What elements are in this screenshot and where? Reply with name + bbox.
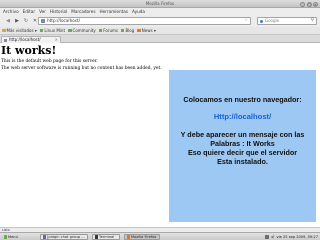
annotation-line: Eso quiere decir que el servidor [187, 148, 298, 157]
menu-historial[interactable]: Historial [50, 8, 67, 15]
network-icon[interactable] [264, 235, 269, 239]
bookmark-linux-mint[interactable]: Linux Mint [39, 27, 66, 35]
annotation-line: Colocamos en nuestro navegador: [183, 95, 302, 104]
url-bar[interactable]: http://localhost/ ☆ [38, 17, 251, 25]
maximize-button[interactable]: □ [306, 1, 312, 7]
search-engine-icon[interactable] [260, 19, 263, 23]
menu-herramientas[interactable]: Herramientas [100, 8, 129, 15]
task-label: [pidgin chat group ... [47, 235, 85, 239]
bookmark-label: Community [72, 27, 96, 33]
bookmark-community[interactable]: Community [68, 27, 96, 35]
close-window-button[interactable]: × [313, 1, 318, 7]
task-label: Menú [8, 235, 18, 239]
window-titlebar[interactable]: Mozilla Firefox _ □ × [0, 0, 320, 8]
task-terminal[interactable]: Terminal [92, 234, 120, 240]
task-firefox[interactable]: Mozilla Firefox [124, 234, 160, 240]
bookmark-label: News ▾ [141, 27, 156, 33]
task-label: Terminal [99, 235, 115, 239]
forums-icon [98, 28, 103, 33]
desktop-screen: Mozilla Firefox _ □ × Archivo Editar Ver… [0, 0, 320, 240]
minimize-button[interactable]: _ [300, 1, 305, 7]
tab-localhost[interactable]: http://localhost/ × [1, 36, 61, 43]
page-paragraph: The web server software is running but n… [1, 66, 162, 71]
page-favicon-icon [41, 19, 45, 24]
bookmark-label: Linux Mint [44, 27, 66, 33]
menu-editar[interactable]: Editar [23, 8, 35, 15]
bookmark-label: Forums [103, 27, 118, 33]
menu-bar: Archivo Editar Ver Historial Marcadores … [0, 8, 320, 15]
task-label: Mozilla Firefox [131, 235, 157, 239]
community-icon [68, 28, 72, 33]
menu-ayuda[interactable]: Ayuda [132, 8, 145, 15]
annotation-url: Http://localhost/ [213, 112, 272, 121]
bookmarks-toolbar: Más visitados ▾ Linux Mint Community For… [0, 27, 320, 35]
menu-marcadores[interactable]: Marcadores [71, 8, 95, 15]
bookmark-forums[interactable]: Forums [98, 27, 118, 35]
mint-menu-icon [3, 235, 7, 239]
window-controls: _ □ × [300, 1, 318, 7]
task-pidgin[interactable]: [pidgin chat group ... [40, 234, 88, 240]
tab-favicon-icon [4, 38, 7, 42]
page-heading: It works! [1, 44, 57, 57]
magnifier-icon[interactable]: ⚲ [311, 18, 314, 24]
menu-archivo[interactable]: Archivo [3, 8, 19, 15]
taskbar: Menú [pidgin chat group ... Terminal Moz… [0, 232, 320, 240]
start-menu-button[interactable]: Menú [2, 234, 19, 240]
back-button[interactable]: ◀ [4, 17, 12, 25]
url-text: http://localhost/ [47, 18, 81, 23]
search-input[interactable]: Google ⚲ [257, 17, 317, 25]
page-paragraph: This is the default web page for this se… [1, 59, 98, 64]
bookmark-label: Blog [125, 27, 135, 33]
page-content: It works! This is the default web page f… [0, 43, 320, 227]
linux-mint-icon [39, 28, 44, 33]
annotation-line: Esta instalado. [217, 157, 268, 166]
bookmark-icon [2, 28, 6, 33]
annotation-line: Y debe aparecer un mensaje con las [180, 130, 305, 139]
blog-icon [120, 28, 125, 33]
annotation-panel: Colocamos en nuestro navegador: Http://l… [169, 70, 316, 222]
menu-ver[interactable]: Ver [39, 8, 46, 15]
tab-strip: http://localhost/ × [0, 35, 320, 43]
clock[interactable]: vie 25 sep 2009, 09:27 [277, 234, 319, 240]
annotation-line: Palabras : It Works [210, 139, 275, 148]
bookmark-star-icon[interactable]: ☆ [244, 18, 248, 24]
bookmark-blog[interactable]: Blog [120, 27, 135, 35]
bookmark-news[interactable]: News ▾ [137, 27, 156, 35]
terminal-icon [94, 235, 98, 239]
search-placeholder: Google [265, 18, 280, 23]
bookmark-most-visited[interactable]: Más visitados ▾ [2, 27, 37, 35]
rss-icon [137, 28, 141, 33]
pidgin-icon [42, 235, 46, 239]
firefox-icon [126, 235, 130, 239]
forward-button[interactable]: ▶ [13, 17, 21, 25]
system-tray: ◂) vie 25 sep 2009, 09:27 [264, 234, 319, 240]
reload-button[interactable]: ↻ [22, 17, 30, 25]
bookmark-label: Más visitados ▾ [6, 27, 37, 33]
window-title: Mozilla Firefox [145, 1, 175, 6]
volume-icon[interactable]: ◂) [271, 234, 275, 240]
